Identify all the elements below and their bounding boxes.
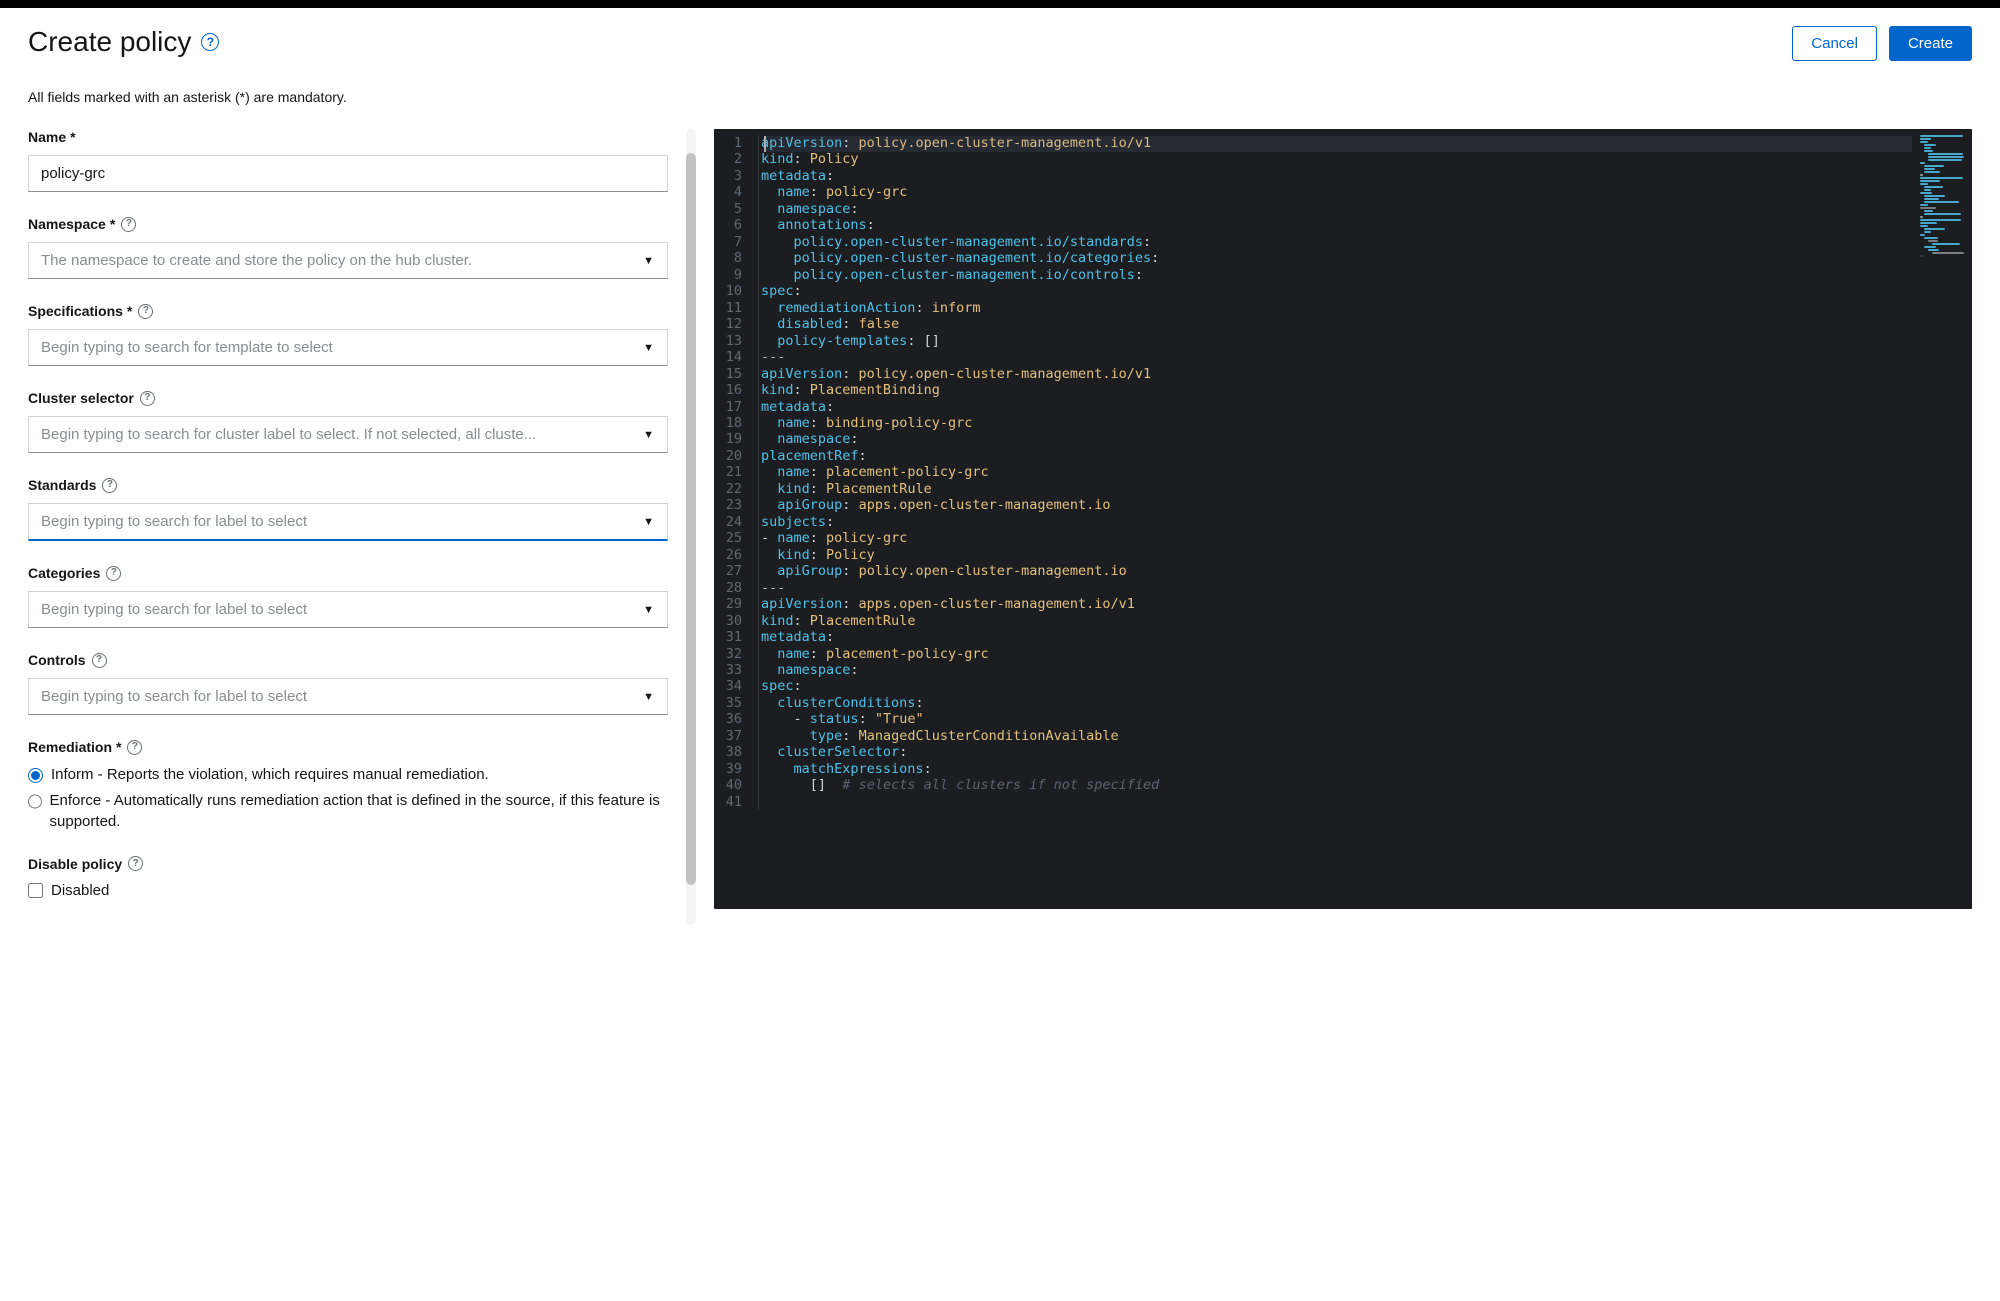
field-cluster-label: Cluster selector [28,390,134,406]
help-icon[interactable]: ? [121,217,136,232]
help-icon[interactable]: ? [127,740,142,755]
field-remediation-label: Remediation [28,739,112,755]
field-name-label: Name [28,129,66,145]
form-column: Name * Namespace * ? ▼ Specification [28,129,668,925]
field-remediation: Remediation * ? Inform - Reports the vio… [28,739,668,832]
help-icon[interactable]: ? [128,856,143,871]
create-button[interactable]: Create [1889,26,1972,61]
page-title-text: Create policy [28,26,191,58]
yaml-editor[interactable]: 1234567891011121314151617181920212223242… [714,129,1972,909]
scrollbar[interactable] [686,129,696,925]
field-name: Name * [28,129,668,192]
help-icon[interactable]: ? [102,478,117,493]
remediation-radio-enforce[interactable] [28,794,42,809]
field-categories-label: Categories [28,565,100,581]
field-specifications: Specifications * ? ▼ [28,303,668,366]
cluster-selector-select[interactable] [28,416,668,453]
editor-caret [764,136,766,152]
app-topbar [0,0,2000,8]
required-indicator: * [116,739,121,755]
disable-policy-checkbox[interactable] [28,883,43,898]
page-title: Create policy ? [28,26,219,58]
name-input[interactable] [28,155,668,192]
field-categories: Categories ? ▼ [28,565,668,628]
mandatory-note: All fields marked with an asterisk (*) a… [28,89,1972,105]
required-indicator: * [70,129,75,145]
field-disable-policy: Disable policy ? Disabled [28,856,668,899]
field-standards: Standards ? ▼ [28,477,668,541]
remediation-radio-group: Inform - Reports the violation, which re… [28,765,668,832]
remediation-radio-inform[interactable] [28,768,43,783]
header-actions: Cancel Create [1792,26,1972,61]
standards-select[interactable] [28,503,668,541]
field-controls-label: Controls [28,652,86,668]
editor-content[interactable]: apiVersion: policy.open-cluster-manageme… [758,135,1972,810]
help-icon[interactable]: ? [140,391,155,406]
scrollbar-thumb[interactable] [686,153,696,885]
field-standards-label: Standards [28,477,96,493]
required-indicator: * [127,303,132,319]
field-namespace: Namespace * ? ▼ [28,216,668,279]
page-header: Create policy ? Cancel Create [28,26,1972,61]
remediation-label-enforce: Enforce - Automatically runs remediation… [50,791,668,832]
remediation-label-inform: Inform - Reports the violation, which re… [51,765,489,785]
help-icon[interactable]: ? [92,653,107,668]
required-indicator: * [110,216,115,232]
controls-select[interactable] [28,678,668,715]
field-cluster-selector: Cluster selector ? ▼ [28,390,668,453]
help-icon[interactable]: ? [106,566,121,581]
field-controls: Controls ? ▼ [28,652,668,715]
cancel-button[interactable]: Cancel [1792,26,1877,61]
specifications-select[interactable] [28,329,668,366]
field-namespace-label: Namespace [28,216,106,232]
field-specifications-label: Specifications [28,303,123,319]
categories-select[interactable] [28,591,668,628]
namespace-select[interactable] [28,242,668,279]
field-disable-label: Disable policy [28,856,122,872]
help-icon[interactable]: ? [201,33,219,51]
help-icon[interactable]: ? [138,304,153,319]
disable-policy-checkbox-label: Disabled [51,882,109,899]
editor-gutter: 1234567891011121314151617181920212223242… [714,135,758,810]
